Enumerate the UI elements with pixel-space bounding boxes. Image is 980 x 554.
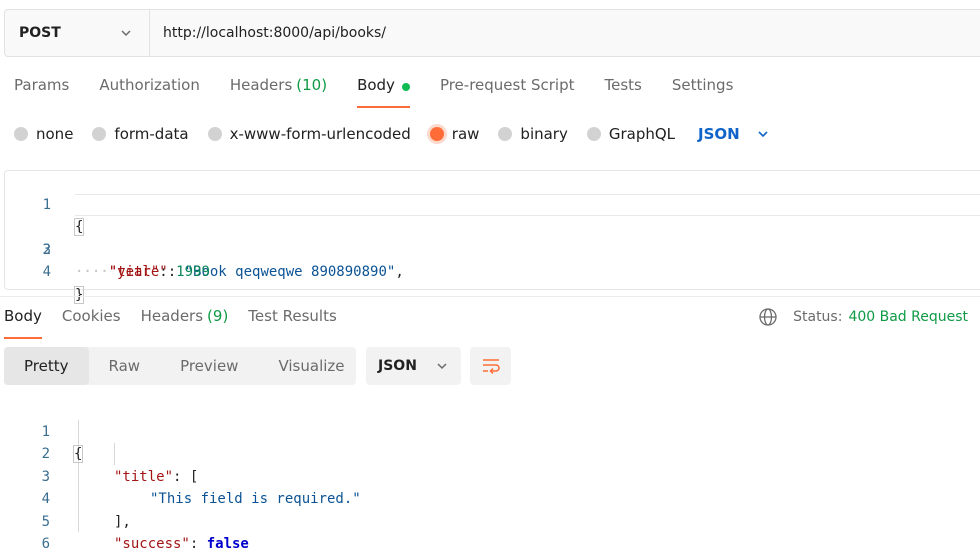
view-mode-selector: Pretty Raw Preview Visualize [4, 347, 356, 385]
json-boolean-value: false [206, 536, 249, 552]
radio-label: none [36, 125, 74, 143]
json-key: "success" [114, 536, 190, 552]
code-line: 5 "success": false [4, 488, 980, 553]
tab-settings[interactable]: Settings [672, 76, 734, 108]
headers-count: (9) [207, 307, 229, 325]
request-body-editor[interactable]: 1 { 2 ····"title": "Book qeqweqwe 890890… [4, 170, 980, 304]
code-line: 2 ····"title": "Book qeqweqwe 890890890"… [5, 193, 980, 280]
radio-label: binary [520, 125, 568, 143]
tab-response-body[interactable]: Body [4, 307, 42, 339]
tab-params[interactable]: Params [14, 76, 69, 108]
tab-headers[interactable]: Headers (10) [230, 76, 327, 108]
code-line: 6 } [4, 511, 980, 552]
code-line: 3 ····"year": 1999 [5, 216, 980, 281]
tab-authorization[interactable]: Authorization [99, 76, 199, 108]
tab-label: Cookies [61, 307, 121, 325]
radio-button[interactable] [207, 127, 222, 141]
body-format-select[interactable]: JSON [698, 125, 770, 143]
response-format-label: JSON [378, 358, 417, 374]
json-number-value: 1999 [176, 264, 210, 280]
tab-test-results[interactable]: Test Results [248, 307, 336, 339]
code-line: 1 { [5, 171, 980, 236]
wrap-lines-icon [482, 359, 500, 375]
tab-label: Headers [140, 307, 204, 325]
tab-response-headers[interactable]: Headers (9) [141, 307, 229, 339]
body-type-selector: none form-data x-www-form-urlencoded raw… [14, 122, 770, 146]
json-key: "year" [108, 264, 160, 280]
request-url-bar: POST [4, 9, 980, 57]
line-number: 4 [42, 264, 51, 280]
method-select[interactable]: POST [5, 10, 150, 56]
chevron-down-icon [437, 363, 447, 370]
request-tabs: Params Authorization Headers (10) Body Pr… [14, 76, 763, 108]
radio-binary[interactable]: binary [498, 125, 568, 143]
tab-label: Tests [604, 76, 642, 94]
radio-x-www-form-urlencoded[interactable]: x-www-form-urlencoded [207, 125, 411, 143]
radio-button[interactable] [586, 127, 601, 141]
pane-divider[interactable] [0, 296, 980, 297]
globe-icon[interactable] [758, 307, 778, 327]
tab-pre-request-script[interactable]: Pre-request Script [440, 76, 575, 108]
line-number: 6 [41, 536, 50, 552]
tab-label: Params [14, 76, 70, 94]
radio-label: form-data [114, 125, 189, 143]
tab-tests[interactable]: Tests [605, 76, 642, 108]
status-label: Status: [793, 309, 843, 325]
radio-form-data[interactable]: form-data [92, 125, 189, 143]
radio-button[interactable] [498, 127, 513, 141]
url-input[interactable] [150, 10, 980, 56]
tab-label: Authorization [99, 76, 200, 94]
tab-label: Headers [229, 76, 293, 94]
radio-label: x-www-form-urlencoded [229, 125, 411, 143]
method-label: POST [19, 25, 61, 41]
view-raw[interactable]: Raw [89, 347, 161, 385]
tab-label: Pre-request Script [439, 76, 575, 94]
radio-label: raw [451, 125, 480, 143]
response-format-select[interactable]: JSON [366, 347, 461, 385]
tab-label: Settings [671, 76, 734, 94]
tab-label: Body [4, 307, 42, 325]
body-format-label: JSON [698, 125, 740, 143]
view-pretty[interactable]: Pretty [4, 347, 89, 385]
view-visualize[interactable]: Visualize [258, 347, 364, 385]
code-line: 4 ], [4, 466, 980, 530]
code-line: 4 } [5, 239, 980, 304]
code-line: 1 { [4, 398, 980, 463]
wrap-lines-button[interactable] [470, 347, 511, 385]
radio-button-selected[interactable] [429, 127, 444, 141]
response-status: Status: 400 Bad Request [758, 305, 968, 329]
radio-button[interactable] [92, 127, 107, 141]
tab-body[interactable]: Body [357, 76, 410, 108]
body-indicator-dot [401, 83, 410, 91]
chevron-down-icon [121, 30, 131, 37]
radio-raw[interactable]: raw [429, 125, 480, 143]
headers-count: (10) [296, 76, 328, 94]
status-value[interactable]: 400 Bad Request [848, 309, 968, 325]
radio-label: GraphQL [608, 125, 676, 143]
close-brace: } [73, 285, 85, 304]
response-tabs: Body Cookies Headers (9) Test Results [4, 307, 357, 339]
active-line-highlight [75, 193, 980, 216]
code-line: 3 "This field is required." [4, 443, 980, 508]
tab-label: Body [357, 76, 395, 94]
code-line: 2 "title": [ [4, 421, 980, 485]
radio-graphql[interactable]: GraphQL [586, 125, 676, 143]
radio-button[interactable] [14, 127, 28, 141]
json-string-value: "Book qeqweqwe 890890890" [184, 264, 396, 280]
view-preview[interactable]: Preview [160, 347, 258, 385]
chevron-down-icon [758, 131, 768, 138]
radio-none[interactable]: none [14, 125, 73, 143]
tab-cookies[interactable]: Cookies [62, 307, 121, 339]
tab-label: Test Results [248, 307, 337, 325]
response-body-viewer: 1 { 2 "title": [ 3 "This field is requir… [4, 398, 980, 554]
